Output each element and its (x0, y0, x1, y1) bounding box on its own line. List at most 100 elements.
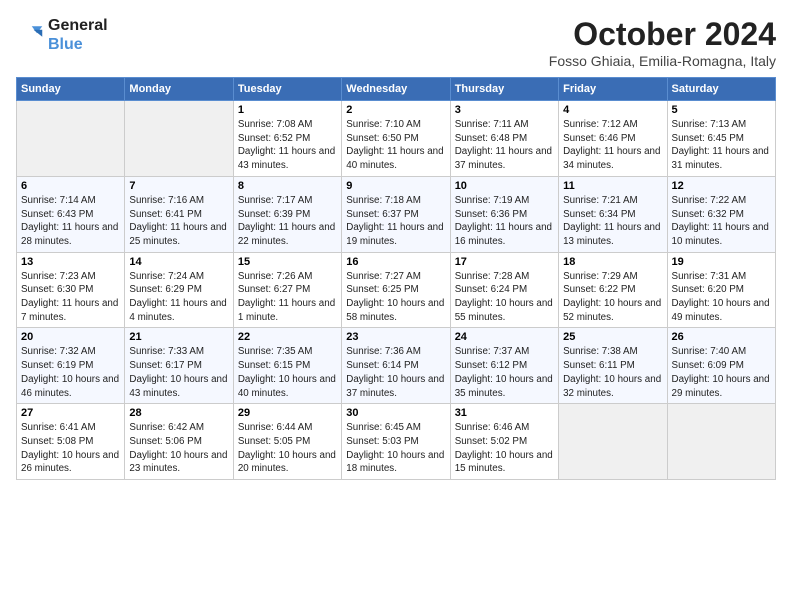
calendar-cell: 21 Sunrise: 7:33 AM Sunset: 6:17 PM Dayli… (125, 328, 233, 404)
day-info: Sunrise: 7:13 AM Sunset: 6:45 PM Dayligh… (672, 118, 771, 173)
day-number: 7 (129, 180, 228, 192)
day-number: 25 (563, 331, 662, 343)
day-number: 17 (455, 256, 554, 268)
day-info: Sunrise: 7:40 AM Sunset: 6:09 PM Dayligh… (672, 345, 771, 400)
calendar-week-3: 13Sunrise: 7:23 AM Sunset: 6:30 PM Dayli… (17, 252, 776, 328)
calendar-cell: 25 Sunrise: 7:38 AM Sunset: 6:11 PM Dayli… (559, 328, 667, 404)
day-number: 28 (129, 407, 228, 419)
page-header: General Blue October 2024 Fosso Ghiaia, … (16, 16, 776, 69)
calendar-cell: 31Sunrise: 6:46 AM Sunset: 5:02 PM Dayli… (450, 404, 558, 480)
calendar-cell: 9Sunrise: 7:18 AM Sunset: 6:37 PM Daylig… (342, 176, 450, 252)
day-info: Sunrise: 7:28 AM Sunset: 6:24 PM Dayligh… (455, 270, 554, 325)
day-number: 30 (346, 407, 445, 419)
weekday-wednesday: Wednesday (342, 78, 450, 101)
day-number: 23 (346, 331, 445, 343)
weekday-header-row: SundayMondayTuesdayWednesdayThursdayFrid… (17, 78, 776, 101)
weekday-tuesday: Tuesday (233, 78, 341, 101)
calendar-cell: 2 Sunrise: 7:10 AM Sunset: 6:50 PM Daylig… (342, 101, 450, 177)
day-info: Sunrise: 6:45 AM Sunset: 5:03 PM Dayligh… (346, 421, 445, 476)
calendar-cell: 20Sunrise: 7:32 AM Sunset: 6:19 PM Dayli… (17, 328, 125, 404)
weekday-thursday: Thursday (450, 78, 558, 101)
day-number: 3 (455, 104, 554, 116)
day-info: Sunrise: 7:38 AM Sunset: 6:11 PM Dayligh… (563, 345, 662, 400)
calendar-cell: 4 Sunrise: 7:12 AM Sunset: 6:46 PM Daylig… (559, 101, 667, 177)
day-info: Sunrise: 7:33 AM Sunset: 6:17 PM Dayligh… (129, 345, 228, 400)
day-info: Sunrise: 7:36 AM Sunset: 6:14 PM Dayligh… (346, 345, 445, 400)
day-info: Sunrise: 6:41 AM Sunset: 5:08 PM Dayligh… (21, 421, 120, 476)
day-info: Sunrise: 7:24 AM Sunset: 6:29 PM Dayligh… (129, 270, 228, 325)
calendar-cell: 5 Sunrise: 7:13 AM Sunset: 6:45 PM Daylig… (667, 101, 775, 177)
day-number: 14 (129, 256, 228, 268)
day-info: Sunrise: 7:27 AM Sunset: 6:25 PM Dayligh… (346, 270, 445, 325)
day-number: 2 (346, 104, 445, 116)
calendar-cell: 10 Sunrise: 7:19 AM Sunset: 6:36 PM Dayli… (450, 176, 558, 252)
day-number: 1 (238, 104, 337, 116)
day-info: Sunrise: 7:10 AM Sunset: 6:50 PM Dayligh… (346, 118, 445, 173)
day-number: 9 (346, 180, 445, 192)
day-number: 27 (21, 407, 120, 419)
title-area: October 2024 Fosso Ghiaia, Emilia-Romagn… (549, 16, 776, 69)
calendar-cell: 23 Sunrise: 7:36 AM Sunset: 6:14 PM Dayli… (342, 328, 450, 404)
calendar-cell: 7 Sunrise: 7:16 AM Sunset: 6:41 PM Daylig… (125, 176, 233, 252)
day-number: 31 (455, 407, 554, 419)
calendar-cell: 3 Sunrise: 7:11 AM Sunset: 6:48 PM Daylig… (450, 101, 558, 177)
day-number: 29 (238, 407, 337, 419)
day-info: Sunrise: 7:37 AM Sunset: 6:12 PM Dayligh… (455, 345, 554, 400)
weekday-saturday: Saturday (667, 78, 775, 101)
day-info: Sunrise: 7:11 AM Sunset: 6:48 PM Dayligh… (455, 118, 554, 173)
calendar-cell: 12Sunrise: 7:22 AM Sunset: 6:32 PM Dayli… (667, 176, 775, 252)
calendar-cell: 14 Sunrise: 7:24 AM Sunset: 6:29 PM Dayli… (125, 252, 233, 328)
calendar-week-5: 27 Sunrise: 6:41 AM Sunset: 5:08 PM Dayli… (17, 404, 776, 480)
day-number: 15 (238, 256, 337, 268)
calendar-cell: 27 Sunrise: 6:41 AM Sunset: 5:08 PM Dayli… (17, 404, 125, 480)
day-info: Sunrise: 7:14 AM Sunset: 6:43 PM Dayligh… (21, 194, 120, 249)
day-number: 8 (238, 180, 337, 192)
calendar-table: SundayMondayTuesdayWednesdayThursdayFrid… (16, 77, 776, 480)
calendar-cell: 1Sunrise: 7:08 AM Sunset: 6:52 PM Daylig… (233, 101, 341, 177)
calendar-cell (667, 404, 775, 480)
day-number: 24 (455, 331, 554, 343)
calendar-cell: 11 Sunrise: 7:21 AM Sunset: 6:34 PM Dayli… (559, 176, 667, 252)
logo: General Blue (16, 16, 108, 54)
day-number: 21 (129, 331, 228, 343)
day-number: 20 (21, 331, 120, 343)
calendar-cell: 22Sunrise: 7:35 AM Sunset: 6:15 PM Dayli… (233, 328, 341, 404)
day-info: Sunrise: 7:12 AM Sunset: 6:46 PM Dayligh… (563, 118, 662, 173)
calendar-cell (125, 101, 233, 177)
day-info: Sunrise: 7:31 AM Sunset: 6:20 PM Dayligh… (672, 270, 771, 325)
day-number: 26 (672, 331, 771, 343)
day-number: 4 (563, 104, 662, 116)
calendar-cell (559, 404, 667, 480)
month-title: October 2024 (549, 16, 776, 53)
calendar-cell: 17 Sunrise: 7:28 AM Sunset: 6:24 PM Dayli… (450, 252, 558, 328)
day-info: Sunrise: 7:16 AM Sunset: 6:41 PM Dayligh… (129, 194, 228, 249)
day-number: 19 (672, 256, 771, 268)
location-title: Fosso Ghiaia, Emilia-Romagna, Italy (549, 53, 776, 69)
day-number: 16 (346, 256, 445, 268)
logo-icon (16, 21, 44, 49)
weekday-monday: Monday (125, 78, 233, 101)
weekday-friday: Friday (559, 78, 667, 101)
calendar-cell: 24 Sunrise: 7:37 AM Sunset: 6:12 PM Dayli… (450, 328, 558, 404)
calendar-cell: 19 Sunrise: 7:31 AM Sunset: 6:20 PM Dayli… (667, 252, 775, 328)
calendar-week-1: 1Sunrise: 7:08 AM Sunset: 6:52 PM Daylig… (17, 101, 776, 177)
calendar-week-4: 20Sunrise: 7:32 AM Sunset: 6:19 PM Dayli… (17, 328, 776, 404)
calendar-cell: 28Sunrise: 6:42 AM Sunset: 5:06 PM Dayli… (125, 404, 233, 480)
day-info: Sunrise: 7:35 AM Sunset: 6:15 PM Dayligh… (238, 345, 337, 400)
calendar-cell: 13Sunrise: 7:23 AM Sunset: 6:30 PM Dayli… (17, 252, 125, 328)
day-number: 12 (672, 180, 771, 192)
day-info: Sunrise: 7:19 AM Sunset: 6:36 PM Dayligh… (455, 194, 554, 249)
day-info: Sunrise: 7:23 AM Sunset: 6:30 PM Dayligh… (21, 270, 120, 325)
day-info: Sunrise: 7:21 AM Sunset: 6:34 PM Dayligh… (563, 194, 662, 249)
day-number: 11 (563, 180, 662, 192)
calendar-cell: 29Sunrise: 6:44 AM Sunset: 5:05 PM Dayli… (233, 404, 341, 480)
day-number: 6 (21, 180, 120, 192)
calendar-cell: 30 Sunrise: 6:45 AM Sunset: 5:03 PM Dayli… (342, 404, 450, 480)
calendar-cell (17, 101, 125, 177)
day-number: 10 (455, 180, 554, 192)
calendar-cell: 6 Sunrise: 7:14 AM Sunset: 6:43 PM Daylig… (17, 176, 125, 252)
calendar-cell: 26 Sunrise: 7:40 AM Sunset: 6:09 PM Dayli… (667, 328, 775, 404)
calendar-cell: 8Sunrise: 7:17 AM Sunset: 6:39 PM Daylig… (233, 176, 341, 252)
day-number: 5 (672, 104, 771, 116)
calendar-cell: 15Sunrise: 7:26 AM Sunset: 6:27 PM Dayli… (233, 252, 341, 328)
